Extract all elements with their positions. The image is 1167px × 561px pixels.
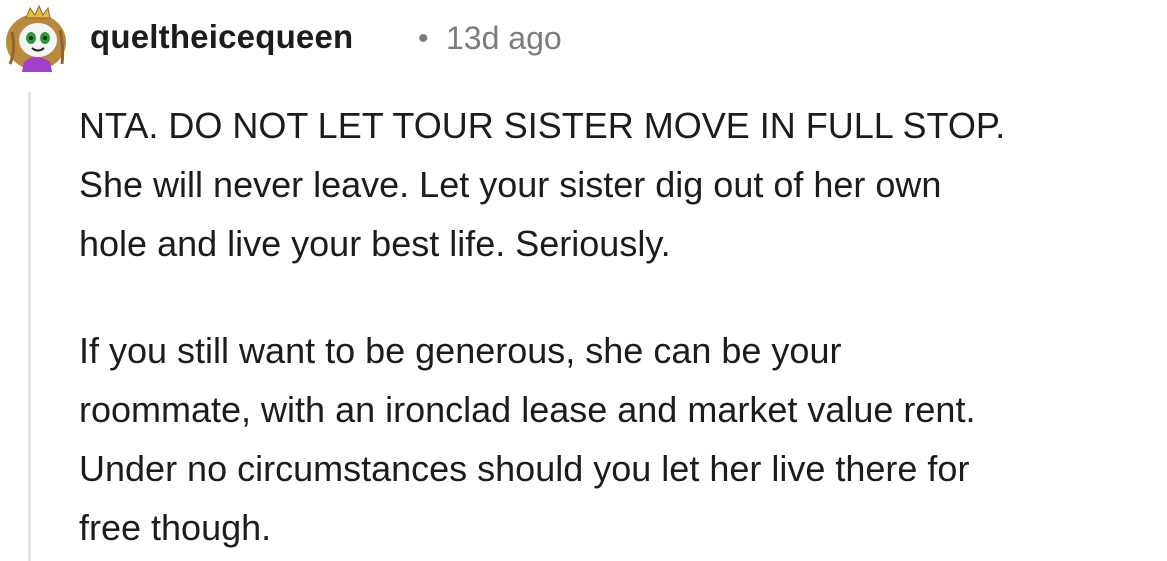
comment: queltheicequeen • 13d ago NTA. DO NOT LE… — [0, 0, 1167, 561]
comment-paragraph: If you still want to be generous, she ca… — [79, 330, 976, 548]
comment-timestamp[interactable]: 13d ago — [446, 20, 562, 57]
comment-body: NTA. DO NOT LET TOUR SISTER MOVE IN FULL… — [79, 96, 1167, 557]
comment-author[interactable]: queltheicequeen — [90, 18, 353, 56]
avatar[interactable] — [2, 2, 72, 72]
cartoon-queen-avatar-icon — [6, 4, 66, 72]
thread-line[interactable] — [28, 92, 31, 561]
meta-separator: • — [418, 22, 429, 55]
comment-paragraph: NTA. DO NOT LET TOUR SISTER MOVE IN FULL… — [79, 105, 1006, 264]
